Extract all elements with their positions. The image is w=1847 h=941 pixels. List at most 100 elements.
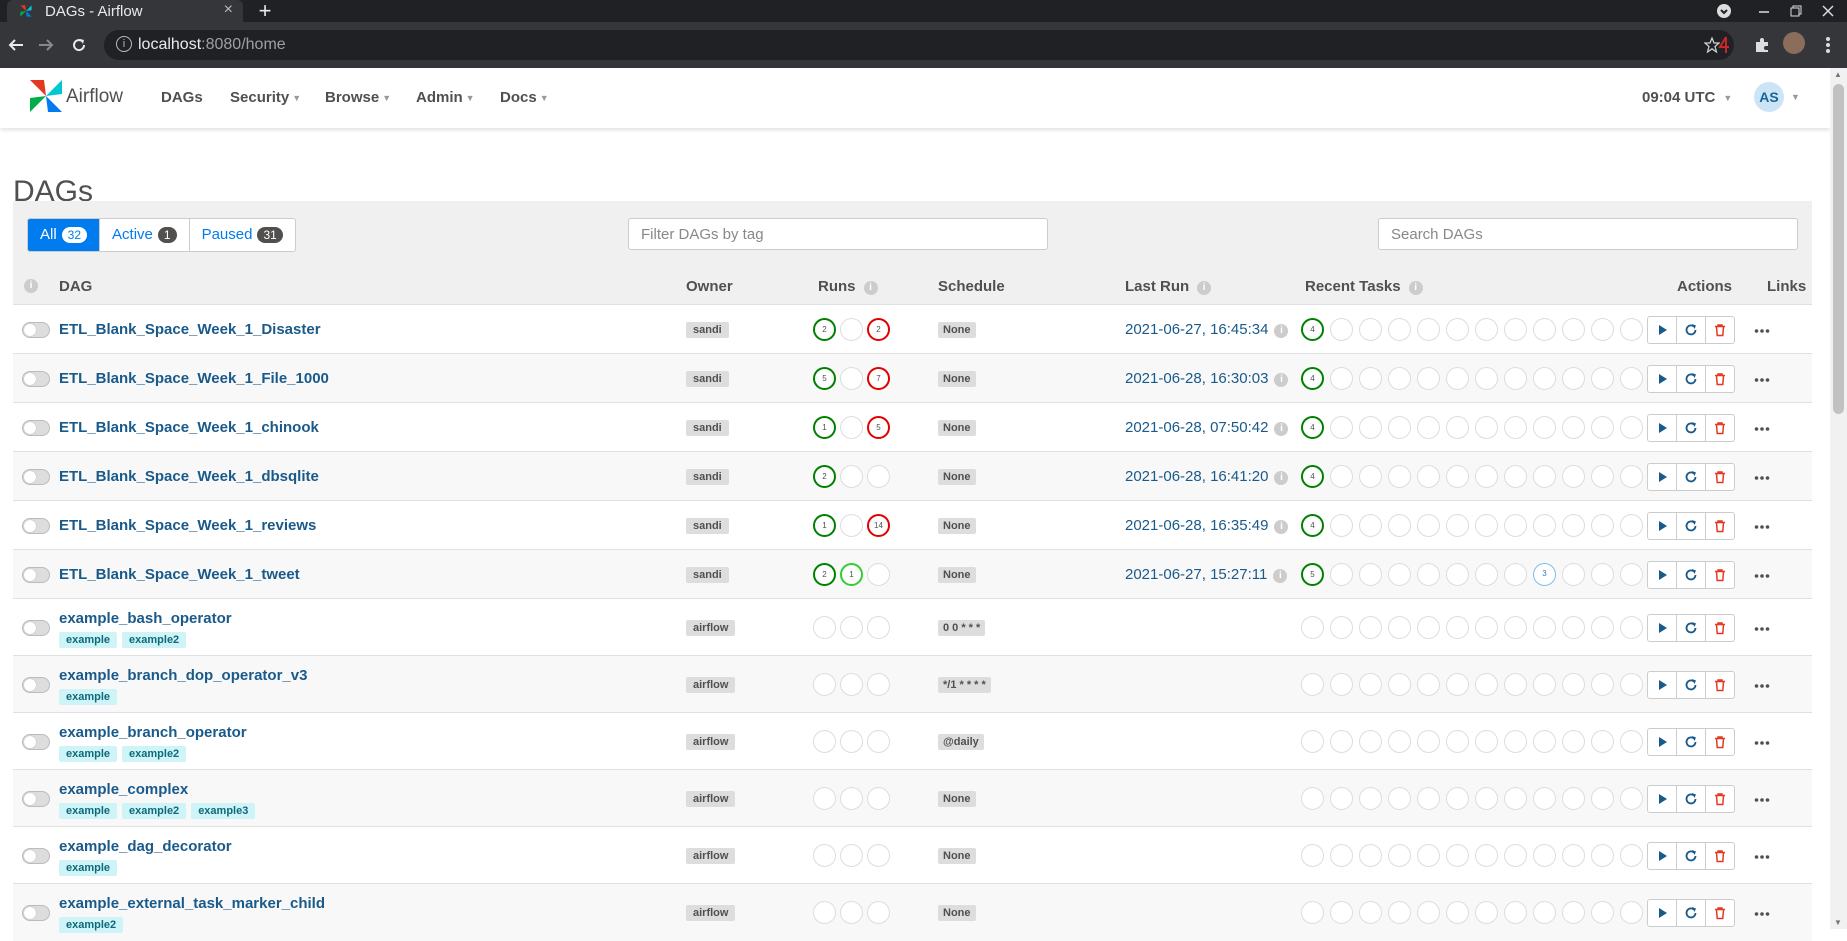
delete-dag-button[interactable] bbox=[1705, 898, 1735, 927]
task-state-circle[interactable] bbox=[1446, 317, 1469, 341]
task-state-circle[interactable] bbox=[1504, 729, 1527, 753]
dag-tag[interactable]: example bbox=[59, 632, 118, 648]
task-state-circle[interactable] bbox=[1359, 513, 1382, 537]
last-run-link[interactable]: 2021-06-27, 15:27:11 i bbox=[1125, 566, 1288, 583]
task-state-circle[interactable] bbox=[1591, 513, 1614, 537]
links-menu[interactable] bbox=[1754, 622, 1770, 634]
run-state-circle[interactable]: 2 bbox=[813, 317, 836, 341]
dag-tag[interactable]: example bbox=[59, 860, 118, 876]
owner-badge[interactable]: sandi bbox=[686, 517, 729, 534]
run-state-circle[interactable] bbox=[813, 900, 836, 924]
task-state-circle[interactable] bbox=[1620, 366, 1643, 390]
task-state-circle[interactable] bbox=[1446, 900, 1469, 924]
task-state-circle[interactable] bbox=[1359, 366, 1382, 390]
task-state-circle[interactable] bbox=[1359, 672, 1382, 696]
run-state-circle[interactable]: 7 bbox=[867, 366, 890, 390]
restore-icon[interactable] bbox=[1790, 5, 1802, 17]
task-state-circle[interactable] bbox=[1417, 672, 1440, 696]
pause-toggle[interactable] bbox=[22, 619, 50, 636]
task-state-circle[interactable] bbox=[1388, 562, 1411, 586]
task-state-circle[interactable] bbox=[1620, 672, 1643, 696]
run-state-circle[interactable] bbox=[840, 672, 863, 696]
address-bar[interactable]: i localhost:8080/home bbox=[104, 30, 1734, 60]
task-state-circle[interactable] bbox=[1446, 672, 1469, 696]
links-menu[interactable] bbox=[1754, 569, 1770, 581]
task-state-circle[interactable] bbox=[1504, 786, 1527, 810]
run-state-circle[interactable] bbox=[867, 464, 890, 488]
run-state-circle[interactable]: 1 bbox=[813, 513, 836, 537]
refresh-dag-button[interactable] bbox=[1676, 670, 1706, 699]
browser-profile-avatar[interactable] bbox=[1783, 32, 1805, 54]
dag-name-link[interactable]: ETL_Blank_Space_Week_1_reviews bbox=[59, 517, 316, 534]
task-state-circle[interactable]: 4 bbox=[1301, 415, 1324, 439]
task-state-circle[interactable] bbox=[1446, 464, 1469, 488]
task-state-circle[interactable] bbox=[1330, 900, 1353, 924]
task-state-circle[interactable] bbox=[1388, 513, 1411, 537]
links-menu[interactable] bbox=[1754, 324, 1770, 336]
owner-badge[interactable]: sandi bbox=[686, 566, 729, 583]
task-state-circle[interactable] bbox=[1359, 843, 1382, 867]
run-state-circle[interactable] bbox=[840, 317, 863, 341]
dag-tag[interactable]: example bbox=[59, 746, 118, 762]
task-state-circle[interactable] bbox=[1475, 615, 1498, 639]
dag-tag[interactable]: example2 bbox=[122, 632, 187, 648]
task-state-circle[interactable] bbox=[1591, 672, 1614, 696]
info-icon[interactable]: i bbox=[1408, 281, 1423, 295]
run-state-circle[interactable]: 2 bbox=[867, 317, 890, 341]
task-state-circle[interactable] bbox=[1359, 317, 1382, 341]
pause-toggle[interactable] bbox=[22, 468, 50, 485]
delete-dag-button[interactable] bbox=[1705, 727, 1735, 756]
task-state-circle[interactable] bbox=[1533, 464, 1556, 488]
pause-toggle[interactable] bbox=[22, 790, 50, 807]
task-state-circle[interactable] bbox=[1533, 415, 1556, 439]
delete-dag-button[interactable] bbox=[1705, 462, 1735, 491]
run-state-circle[interactable] bbox=[813, 615, 836, 639]
run-state-circle[interactable] bbox=[867, 615, 890, 639]
schedule-badge[interactable]: None bbox=[938, 468, 976, 485]
task-state-circle[interactable] bbox=[1330, 672, 1353, 696]
run-state-circle[interactable] bbox=[867, 786, 890, 810]
schedule-badge[interactable]: None bbox=[938, 847, 976, 864]
owner-badge[interactable]: sandi bbox=[686, 321, 729, 338]
site-info-icon[interactable]: i bbox=[116, 36, 132, 52]
task-state-circle[interactable] bbox=[1388, 843, 1411, 867]
task-state-circle[interactable] bbox=[1388, 672, 1411, 696]
run-state-circle[interactable] bbox=[840, 513, 863, 537]
run-state-circle[interactable]: 5 bbox=[867, 415, 890, 439]
task-state-circle[interactable] bbox=[1475, 672, 1498, 696]
schedule-badge[interactable]: @daily bbox=[938, 733, 984, 750]
task-state-circle[interactable] bbox=[1330, 464, 1353, 488]
airflow-logo-icon[interactable] bbox=[26, 76, 66, 116]
run-state-circle[interactable] bbox=[867, 900, 890, 924]
task-state-circle[interactable]: 5 bbox=[1301, 562, 1324, 586]
trigger-dag-button[interactable] bbox=[1647, 413, 1677, 442]
task-state-circle[interactable] bbox=[1330, 366, 1353, 390]
chevron-down-icon[interactable]: ▼ bbox=[1791, 92, 1800, 102]
refresh-dag-button[interactable] bbox=[1676, 727, 1706, 756]
page-scrollbar[interactable]: ▲ ▼ bbox=[1830, 68, 1847, 929]
dag-name-link[interactable]: ETL_Blank_Space_Week_1_tweet bbox=[59, 566, 300, 583]
task-state-circle[interactable] bbox=[1330, 513, 1353, 537]
owner-badge[interactable]: sandi bbox=[686, 419, 729, 436]
task-state-circle[interactable] bbox=[1417, 562, 1440, 586]
run-state-circle[interactable]: 2 bbox=[813, 464, 836, 488]
refresh-dag-button[interactable] bbox=[1676, 315, 1706, 344]
dag-tag[interactable]: example2 bbox=[59, 917, 124, 933]
dag-name-link[interactable]: ETL_Blank_Space_Week_1_File_1000 bbox=[59, 370, 329, 387]
task-state-circle[interactable] bbox=[1330, 786, 1353, 810]
task-state-circle[interactable] bbox=[1446, 729, 1469, 753]
run-state-circle[interactable]: 5 bbox=[813, 366, 836, 390]
task-state-circle[interactable] bbox=[1591, 317, 1614, 341]
task-state-circle[interactable] bbox=[1533, 513, 1556, 537]
schedule-badge[interactable]: None bbox=[938, 419, 976, 436]
run-state-circle[interactable]: 14 bbox=[867, 513, 890, 537]
task-state-circle[interactable] bbox=[1330, 562, 1353, 586]
utc-clock[interactable]: 09:04 UTC ▼ bbox=[1642, 89, 1732, 106]
run-state-circle[interactable]: 1 bbox=[840, 562, 863, 586]
task-state-circle[interactable] bbox=[1301, 900, 1324, 924]
task-state-circle[interactable] bbox=[1330, 415, 1353, 439]
brand-name[interactable]: Airflow bbox=[66, 86, 123, 108]
task-state-circle[interactable]: 3 bbox=[1533, 562, 1556, 586]
pause-toggle[interactable] bbox=[22, 566, 50, 583]
task-state-circle[interactable] bbox=[1591, 615, 1614, 639]
